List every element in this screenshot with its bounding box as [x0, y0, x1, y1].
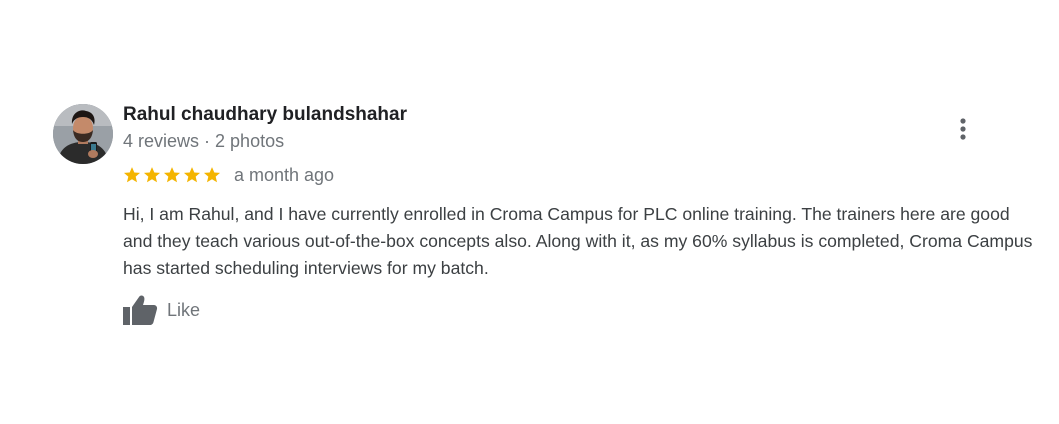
review-count: 4 reviews — [123, 131, 200, 151]
rating-row: a month ago — [123, 163, 334, 187]
star-icon — [163, 167, 181, 183]
review-text: Hi, I am Rahul, and I have currently enr… — [123, 204, 1033, 278]
author-name[interactable]: Rahul chaudhary bulandshahar — [123, 104, 407, 126]
user-photo-avatar-icon — [53, 104, 113, 164]
review-card: Rahul chaudhary bulandshahar 4 reviews · 2… — [0, 0, 1059, 424]
star-rating — [123, 166, 221, 184]
star-icon — [123, 167, 141, 183]
more-options-button[interactable] — [948, 114, 978, 144]
star-icon — [143, 167, 161, 183]
like-label: Like — [167, 299, 201, 320]
star-icon — [203, 167, 221, 183]
avatar[interactable] — [53, 104, 113, 164]
like-button[interactable]: Like — [122, 293, 200, 327]
star-icon — [183, 167, 201, 183]
thumbs-up-icon — [123, 295, 158, 325]
meta-separator: · — [204, 131, 211, 151]
review-date: a month ago — [234, 164, 335, 185]
more-vert-icon — [960, 118, 966, 140]
author-meta: 4 reviews · 2 photos — [123, 131, 284, 152]
photo-count: 2 photos — [215, 131, 285, 151]
